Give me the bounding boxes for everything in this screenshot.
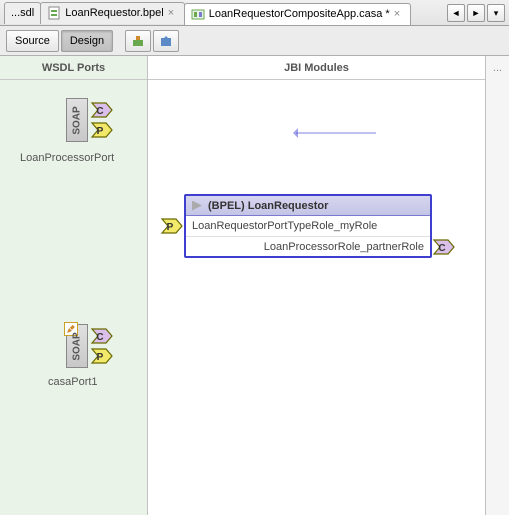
build-icon [131,34,145,48]
tab-bpel[interactable]: LoanRequestor.bpel × [40,2,184,24]
role-label: LoanRequestorPortTypeRole_myRole [192,220,377,232]
provides-endpoint-icon[interactable]: P [90,347,114,365]
soap-binding-icon: SOAP [66,98,88,142]
tab-menu-button[interactable]: ▾ [487,4,505,22]
jbi-modules-column: JBI Modules (BPEL) LoanRequestor P LoanR… [148,56,485,515]
module-header[interactable]: (BPEL) LoanRequestor [186,196,430,216]
tab-scroll-right-button[interactable]: ► [467,4,485,22]
collapse-icon[interactable] [192,201,202,211]
column-header: JBI Modules [148,56,485,80]
deploy-icon [159,34,173,48]
deploy-button[interactable] [153,30,179,52]
svg-text:C: C [96,106,103,117]
view-toolbar: Source Design [0,26,509,56]
tab-scroll-left-button[interactable]: ◄ [447,4,465,22]
tab-bar: ...sdl LoanRequestor.bpel × LoanRequesto… [0,0,509,26]
provides-endpoint-icon[interactable]: P [160,217,184,235]
wsdl-port-casa[interactable]: SOAP C P [66,324,114,368]
design-view-button[interactable]: Design [61,30,113,52]
close-icon[interactable]: × [168,8,178,18]
tab-label: ...sdl [11,7,34,19]
svg-text:P: P [167,222,174,233]
svg-text:P: P [97,126,104,137]
port-label: LoanProcessorPort [20,152,114,164]
build-button[interactable] [125,30,151,52]
bpel-file-icon [47,6,61,20]
column-header: WSDL Ports [0,56,147,80]
casa-file-icon [191,7,205,21]
source-view-button[interactable]: Source [6,30,59,52]
svg-text:C: C [438,243,445,254]
module-title: (BPEL) LoanRequestor [208,200,328,212]
consumes-endpoint-icon[interactable]: C [90,101,114,119]
consumes-endpoint-icon[interactable]: C [432,238,456,256]
jbi-module-loan-requestor[interactable]: (BPEL) LoanRequestor P LoanRequestorPort… [184,194,432,258]
wsdl-port-loan-processor[interactable]: SOAP C P [66,98,114,142]
ellipsis-label: ... [493,62,502,74]
tab-label: LoanRequestor.bpel [65,7,163,19]
module-role-row[interactable]: LoanProcessorRole_partnerRole C [186,236,430,256]
port-label: casaPort1 [48,376,98,388]
design-canvas: WSDL Ports SOAP C P LoanProcessorPort SO… [0,56,509,515]
svg-text:P: P [97,352,104,363]
endpoint-stack: C P [90,101,114,139]
provides-endpoint-icon[interactable]: P [90,121,114,139]
tab-casa[interactable]: LoanRequestorCompositeApp.casa * × [184,3,411,25]
tab-nav: ◄ ► ▾ [447,4,509,22]
endpoint-stack: C P [90,327,114,365]
tab-sdl[interactable]: ...sdl [4,2,41,24]
wsdl-ports-column: WSDL Ports SOAP C P LoanProcessorPort SO… [0,56,148,515]
role-label: LoanProcessorRole_partnerRole [264,241,424,253]
module-role-row[interactable]: P LoanRequestorPortTypeRole_myRole [186,216,430,236]
connection-wire [296,132,376,134]
close-icon[interactable]: × [394,9,404,19]
tab-label: LoanRequestorCompositeApp.casa * [209,8,390,20]
consumes-endpoint-icon[interactable]: C [90,327,114,345]
svg-text:C: C [96,332,103,343]
external-modules-column[interactable]: ... [485,56,509,515]
